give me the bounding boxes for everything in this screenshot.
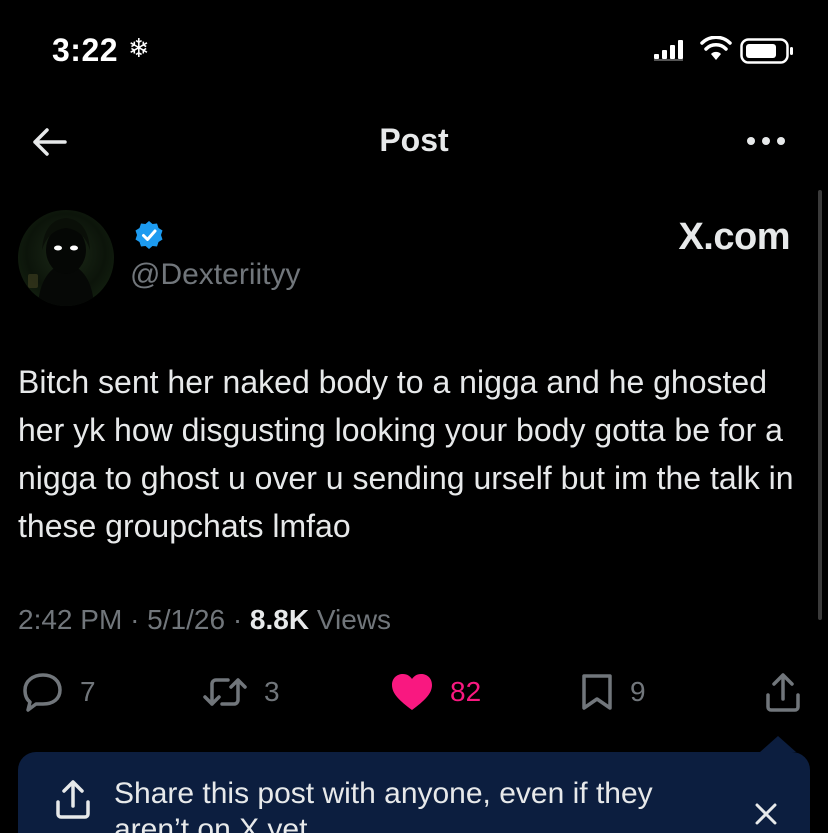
separator: · bbox=[130, 604, 140, 635]
page-title: Post bbox=[379, 122, 449, 158]
separator: · bbox=[232, 604, 243, 635]
like-count: 82 bbox=[450, 676, 482, 707]
share-button[interactable] bbox=[764, 664, 802, 720]
repost-button[interactable]: 3 bbox=[202, 664, 280, 720]
reply-button[interactable]: 7 bbox=[22, 664, 96, 720]
post-time: 2:42 PM bbox=[18, 604, 123, 635]
status-bar: 3:22 ❄ bbox=[0, 0, 828, 100]
share-icon bbox=[56, 780, 90, 819]
repost-count: 3 bbox=[264, 676, 280, 707]
post-date: 5/1/26 bbox=[147, 604, 226, 635]
reply-icon bbox=[23, 673, 62, 712]
avatar[interactable] bbox=[18, 210, 114, 306]
share-banner-text: Share this post with anyone, even if the… bbox=[114, 777, 653, 833]
scrollbar[interactable] bbox=[818, 190, 822, 620]
watermark: X.com bbox=[678, 216, 790, 258]
reply-count: 7 bbox=[80, 676, 96, 707]
more-icon bbox=[747, 137, 785, 145]
action-bar: 7 3 82 9 bbox=[0, 664, 828, 720]
heart-filled-icon bbox=[392, 674, 432, 710]
post-text: Bitch sent her naked body to a nigga and… bbox=[18, 364, 794, 544]
status-time: 3:22 bbox=[52, 32, 119, 68]
verified-badge-icon bbox=[135, 221, 163, 249]
post-meta: 2:42 PM · 5/1/26 · 8.8K Views bbox=[18, 604, 391, 636]
wifi-icon bbox=[700, 35, 732, 67]
close-icon bbox=[755, 803, 777, 825]
views-label: Views bbox=[316, 604, 392, 635]
bookmark-button[interactable]: 9 bbox=[580, 664, 646, 720]
battery-icon bbox=[740, 38, 794, 69]
views-count[interactable]: 8.8K bbox=[250, 604, 309, 635]
share-icon bbox=[766, 673, 800, 712]
repost-icon bbox=[203, 678, 247, 706]
more-options-button[interactable] bbox=[744, 126, 788, 156]
bookmark-icon bbox=[582, 674, 612, 710]
bookmark-count: 9 bbox=[630, 676, 646, 707]
share-banner[interactable]: Share this post with anyone, even if the… bbox=[18, 736, 810, 833]
author-handle[interactable]: @Dexteriityy bbox=[130, 258, 300, 292]
close-button[interactable] bbox=[748, 796, 784, 832]
snowflake-icon: ❄ bbox=[128, 33, 150, 63]
like-button[interactable]: 82 bbox=[390, 664, 481, 720]
top-nav: Post bbox=[0, 110, 828, 174]
cellular-signal-icon bbox=[654, 38, 688, 67]
